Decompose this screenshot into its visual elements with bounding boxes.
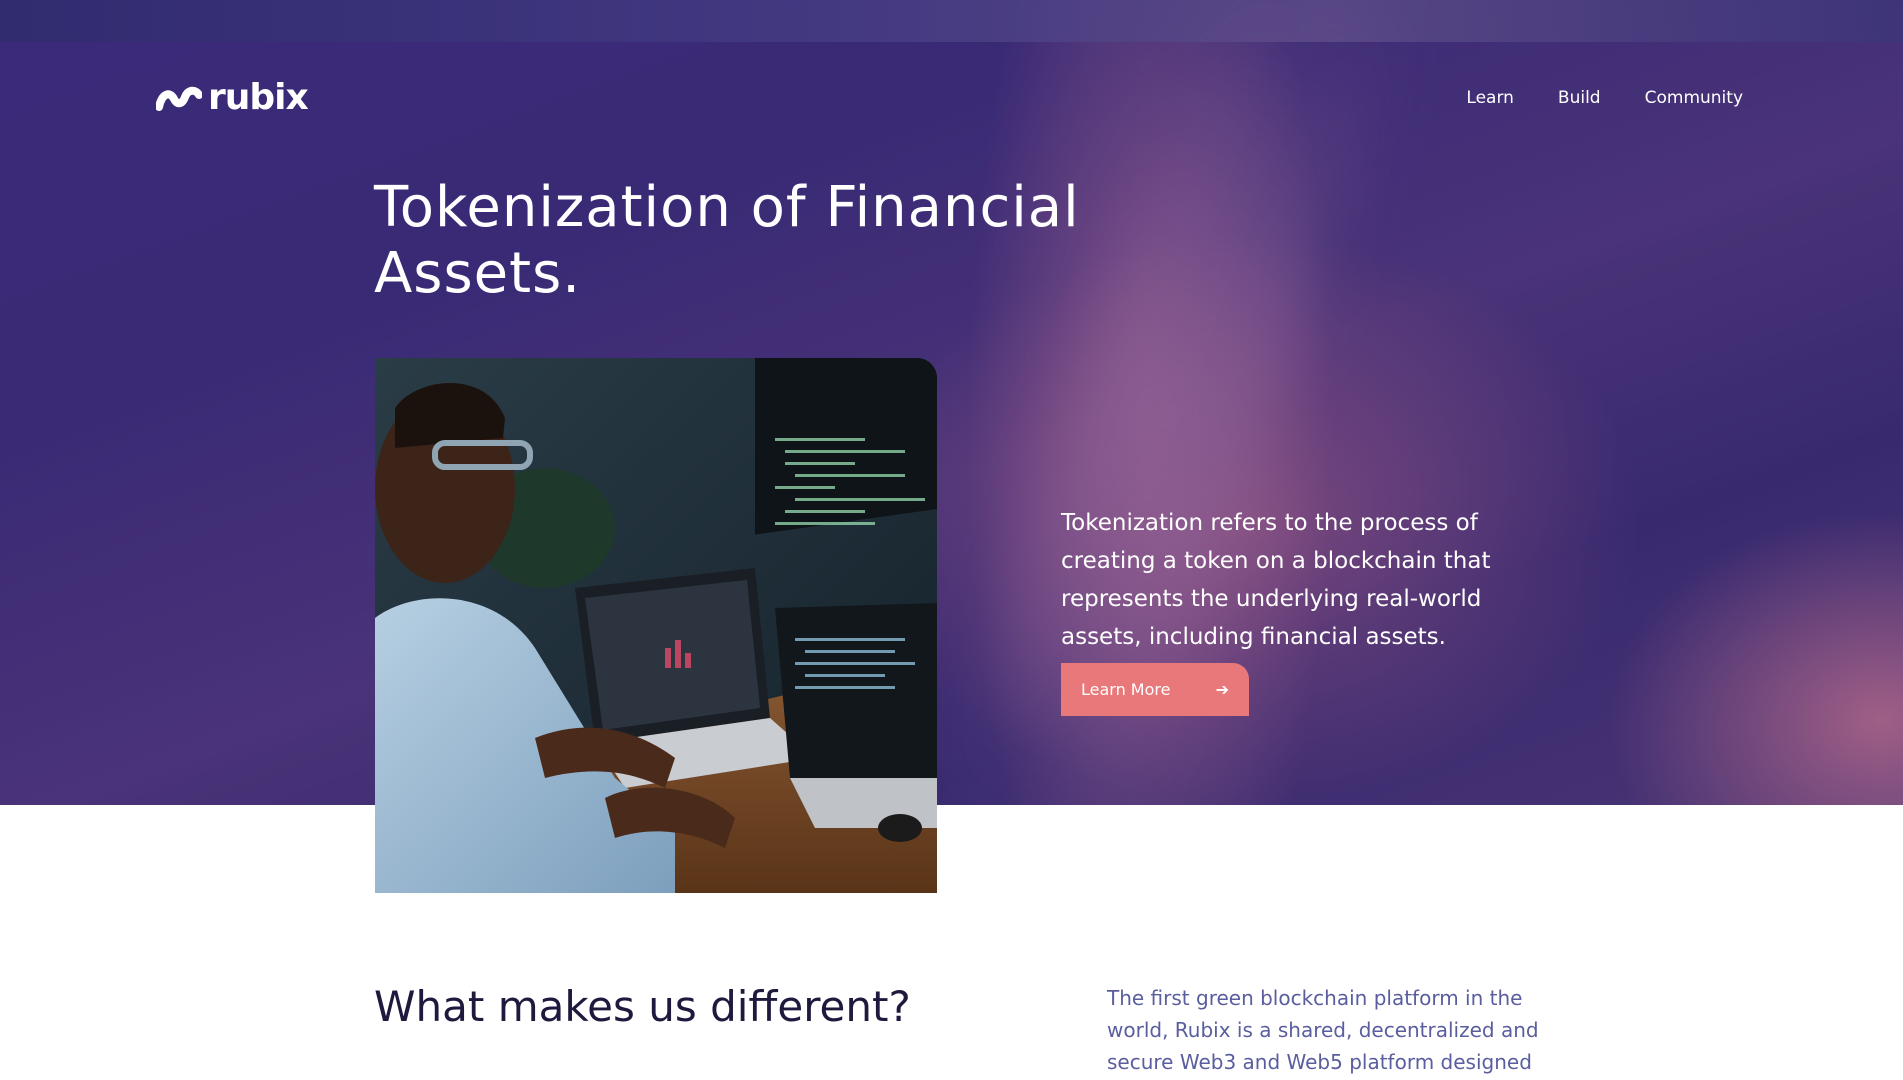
- hero-title: Tokenization of Financial Assets.: [374, 175, 1080, 306]
- nav-item-learn[interactable]: Learn: [1466, 88, 1514, 108]
- rubix-logo-icon: [156, 86, 202, 111]
- hero-photo-developer-at-laptops: [375, 358, 937, 893]
- hero-description: Tokenization refers to the process of cr…: [1061, 510, 1491, 650]
- main-nav: Learn Build Community: [1466, 88, 1743, 108]
- hero-photo-illustration: [375, 358, 937, 893]
- learn-more-button[interactable]: Learn More ➔: [1061, 663, 1249, 716]
- section-description: The first green blockchain platform in t…: [1107, 986, 1539, 1074]
- nav-item-build[interactable]: Build: [1558, 88, 1601, 108]
- logo-wordmark: rubix: [208, 77, 309, 118]
- arrow-right-icon: ➔: [1215, 680, 1229, 699]
- hero-section: rubix Learn Build Community Tokenization…: [0, 0, 1903, 805]
- rubix-logo[interactable]: rubix: [156, 77, 309, 118]
- section-title: What makes us different?: [374, 982, 911, 1031]
- nav-item-community[interactable]: Community: [1645, 88, 1743, 108]
- learn-more-label: Learn More: [1081, 680, 1171, 699]
- hero-top-band: [0, 0, 1903, 42]
